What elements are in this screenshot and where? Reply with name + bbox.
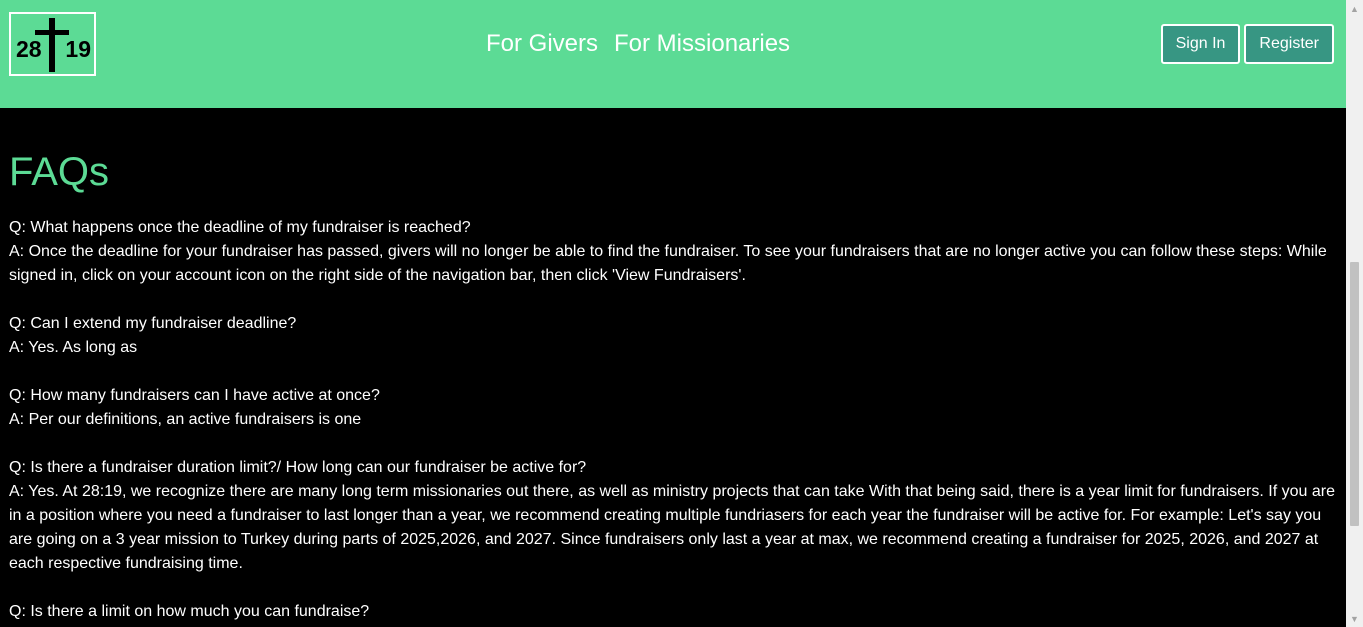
faq-item: Q: Is there a fundraiser duration limit?… bbox=[9, 456, 1339, 576]
logo-text: 28 19 bbox=[16, 36, 91, 63]
faq-question: Q: Can I extend my fundraiser deadline? bbox=[9, 315, 297, 332]
main-nav: For Givers For Missionaries bbox=[486, 30, 790, 58]
logo-text-left: 28 bbox=[16, 36, 42, 62]
faq-answer: A: Per our definitions, an active fundra… bbox=[9, 411, 362, 428]
faq-answer: A: Yes. As long as bbox=[9, 339, 138, 356]
vertical-scrollbar[interactable]: ▲ ▼ bbox=[1346, 0, 1363, 627]
faq-content: FAQs Q: What happens once the deadline o… bbox=[9, 148, 1339, 627]
faq-item: Q: Is there a limit on how much you can … bbox=[9, 600, 1339, 624]
scroll-down-arrow-icon[interactable]: ▼ bbox=[1346, 610, 1363, 627]
navbar: 28 19 For Givers For Missionaries Sign I… bbox=[0, 0, 1346, 108]
register-button[interactable]: Register bbox=[1244, 24, 1334, 64]
faq-question: Q: Is there a fundraiser duration limit?… bbox=[9, 459, 587, 476]
faq-question: Q: How many fundraisers can I have activ… bbox=[9, 387, 380, 404]
scrollbar-thumb[interactable] bbox=[1350, 262, 1359, 526]
faq-answer: A: Yes. At 28:19, we recognize there are… bbox=[9, 483, 1335, 572]
faq-answer: A: Once the deadline for your fundraiser… bbox=[9, 243, 1327, 284]
nav-link-for-givers[interactable]: For Givers bbox=[486, 30, 598, 58]
faq-item: Q: Can I extend my fundraiser deadline? … bbox=[9, 312, 1339, 360]
faq-question: Q: What happens once the deadline of my … bbox=[9, 219, 471, 236]
faq-question: Q: Is there a limit on how much you can … bbox=[9, 603, 370, 620]
page-title: FAQs bbox=[9, 150, 110, 194]
sign-in-button[interactable]: Sign In bbox=[1160, 24, 1241, 64]
faq-item: Q: What happens once the deadline of my … bbox=[9, 216, 1339, 288]
cross-logo-bar bbox=[35, 30, 69, 35]
logo-text-right: 19 bbox=[65, 36, 91, 62]
nav-link-for-missionaries[interactable]: For Missionaries bbox=[614, 30, 790, 58]
auth-buttons: Sign In Register bbox=[1160, 24, 1334, 64]
faq-item: Q: How many fundraisers can I have activ… bbox=[9, 384, 1339, 432]
page: 28 19 For Givers For Missionaries Sign I… bbox=[0, 0, 1363, 627]
scroll-up-arrow-icon[interactable]: ▲ bbox=[1346, 0, 1363, 17]
logo[interactable]: 28 19 bbox=[9, 12, 96, 76]
